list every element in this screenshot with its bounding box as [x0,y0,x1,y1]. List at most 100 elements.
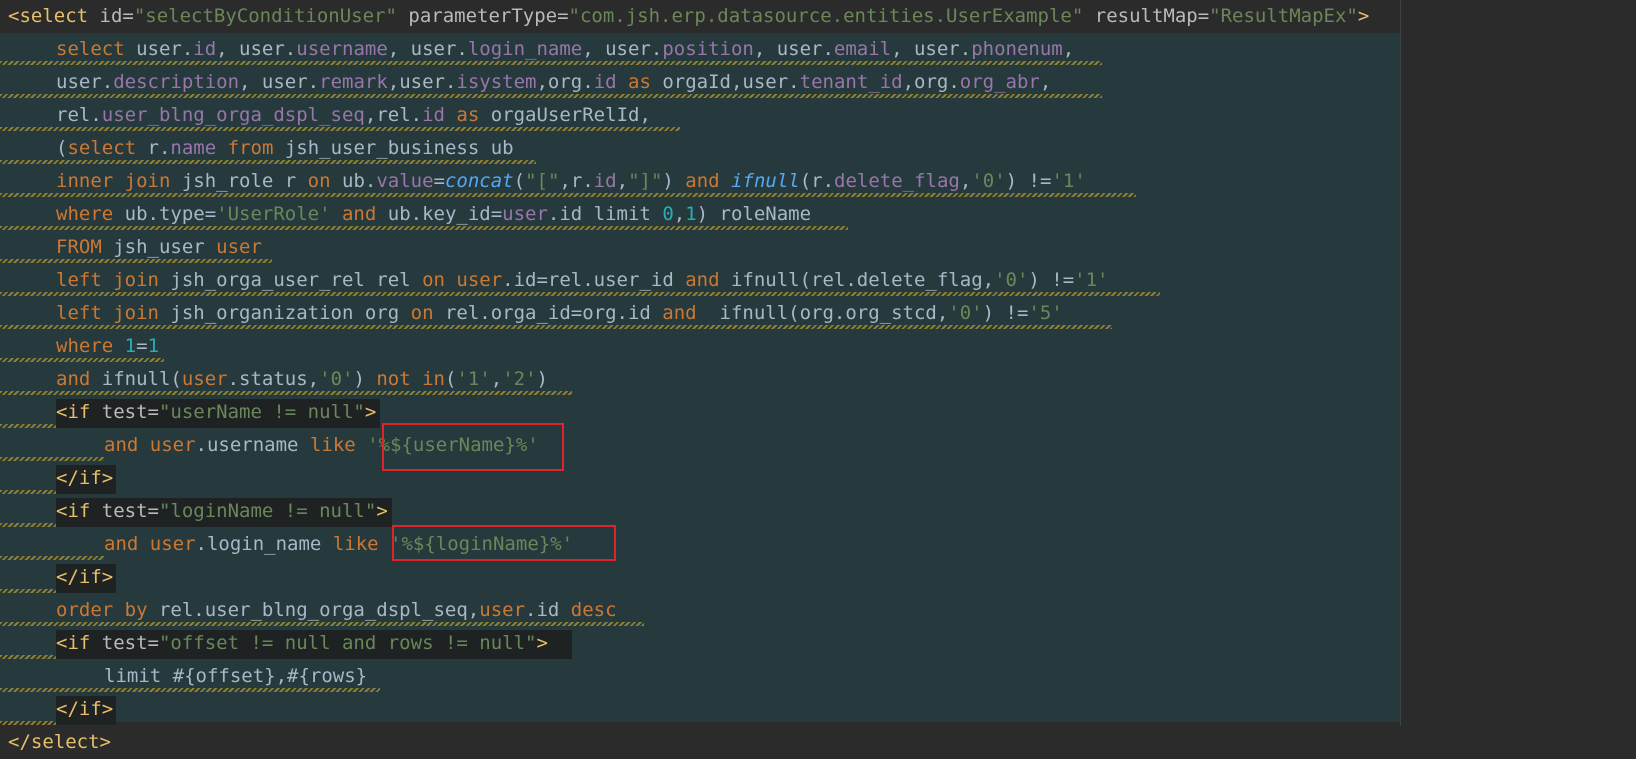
code-line-18[interactable]: </if> [0,561,113,594]
sql-keyword: where [56,203,114,225]
code-line-9[interactable]: left join jsh_orga_user_rel rel on user.… [0,264,1109,297]
sql-string: '1' [1074,269,1109,291]
sql-field: value [376,170,434,192]
sql-string: "]" [628,170,663,192]
code-line-20[interactable]: <if test="offset != null and rows != nul… [0,627,548,660]
code-line-8[interactable]: FROM jsh_user user [0,231,262,264]
sql-string: '0' [994,269,1029,291]
sql-field: tenant_id [799,71,903,93]
sql-number: 1 [147,335,160,357]
sql-field: description [113,71,240,93]
xml-tag: <if [56,401,91,423]
code-line-3[interactable]: user.description, user.remark,user.isyst… [0,66,1051,99]
code-line-4[interactable]: rel.user_blng_orga_dspl_seq,rel.id as or… [0,99,651,132]
sql-text: ifnull(rel.delete_flag, [719,269,995,291]
code-line-22[interactable]: </if> [0,693,113,726]
sql-keyword: where [56,335,114,357]
sql-text: , [616,170,629,192]
xml-value: "ResultMapEx" [1209,5,1358,27]
sql-keyword: FROM [56,236,102,258]
sql-text: , user. [239,71,320,93]
sql-text: , [1062,38,1075,60]
sql-text: ub.type= [113,203,217,225]
sql-keyword: on [410,302,434,324]
xml-tag: <if [56,632,91,654]
xml-tag: > [536,632,548,654]
sql-keyword: user [149,434,196,456]
sql-field: id [193,38,217,60]
code-line-23[interactable]: </select> [0,726,1408,759]
sql-string: '5' [1028,302,1063,324]
sql-text: orgaId,user. [662,71,800,93]
sql-text: rel. [56,104,102,126]
sql-text: , user. [582,38,663,60]
sql-keyword: user [181,368,228,390]
sql-field: isystem [456,71,537,93]
code-line-5[interactable]: (select r.name from jsh_user_business ub [0,132,514,165]
xml-attr: test= [90,500,159,522]
code-line-1[interactable]: <select id="selectByConditionUser" param… [0,0,1369,33]
sql-text: (r. [799,170,835,192]
sql-keyword: inner join [56,170,171,192]
sql-field: login_name [467,38,583,60]
sql-text: user. [124,38,194,60]
xml-tag: </if> [56,566,114,588]
sql-text: ub.key_id= [376,203,503,225]
sql-text: jsh_user_business ub [284,137,514,159]
code-line-11[interactable]: where 1=1 [0,330,159,363]
sql-text: , [673,203,686,225]
sql-text: ) != [982,302,1029,324]
sql-keyword: and [104,434,139,456]
editor-gutter-right [1401,0,1636,754]
xml-tag: <if [56,500,91,522]
sql-keyword: from [216,137,285,159]
xml-value: "selectByConditionUser" [133,5,397,27]
code-line-2[interactable]: select user.id, user.username, user.logi… [0,33,1074,66]
xml-value: "com.jsh.erp.datasource.entities.UserExa… [568,5,1084,27]
sql-text: , user. [216,38,297,60]
code-line-7[interactable]: where ub.type='UserRole' and ub.key_id=u… [0,198,811,231]
code-editor[interactable]: <select id="selectByConditionUser" param… [0,0,1636,759]
sql-number: 0 [662,203,674,225]
sql-text: , [1039,71,1052,93]
sql-string: '1' [1051,170,1086,192]
code-line-10[interactable]: left join jsh_organization org on rel.or… [0,297,1063,330]
sql-text: .status, [227,368,320,390]
sql-keyword: order by [56,599,148,621]
code-line-19[interactable]: order by rel.user_blng_orga_dspl_seq,use… [0,594,617,627]
code-line-13[interactable]: <if test="userName != null"> [0,396,376,429]
code-line-15[interactable]: </if> [0,462,113,495]
xml-tag: > [364,401,377,423]
sql-text: , user. [753,38,834,60]
sql-text: rel.user_blng_orga_dspl_seq, [147,599,480,621]
xml-value: "userName != null" [158,401,365,423]
xml-attr: parameterType= [396,5,569,27]
sql-string: '0' [948,302,983,324]
sql-field: id [422,104,445,126]
sql-text: jsh_organization org [158,302,411,324]
sql-field: name [170,137,217,159]
sql-keyword: as [616,71,663,93]
sql-keyword: like [332,533,379,555]
xml-value: "loginName != null" [158,500,377,522]
code-line-16[interactable]: <if test="loginName != null"> [0,495,388,528]
code-line-12[interactable]: and ifnull(user.status,'0') not in('1','… [0,363,548,396]
code-line-21[interactable]: limit #{offset},#{rows} [0,660,367,693]
sql-text: .username [195,434,310,456]
sql-text: .id=rel.user_id [502,269,686,291]
sql-keyword: like [309,434,356,456]
sql-keyword: on [307,170,331,192]
sql-string: '1' [456,368,491,390]
sql-text: ,rel. [364,104,423,126]
sql-text: , user. [387,38,468,60]
sql-text: jsh_orga_user_rel rel [158,269,423,291]
xml-tag: > [376,500,388,522]
sql-text: ifnull(org.org_stcd, [696,302,949,324]
sql-text: rel.orga_id=org.id [433,302,663,324]
code-line-6[interactable]: inner join jsh_role r on ub.value=concat… [0,165,1086,198]
sql-text: limit #{offset},#{rows} [104,665,368,687]
xml-tag: </select> [8,731,111,753]
